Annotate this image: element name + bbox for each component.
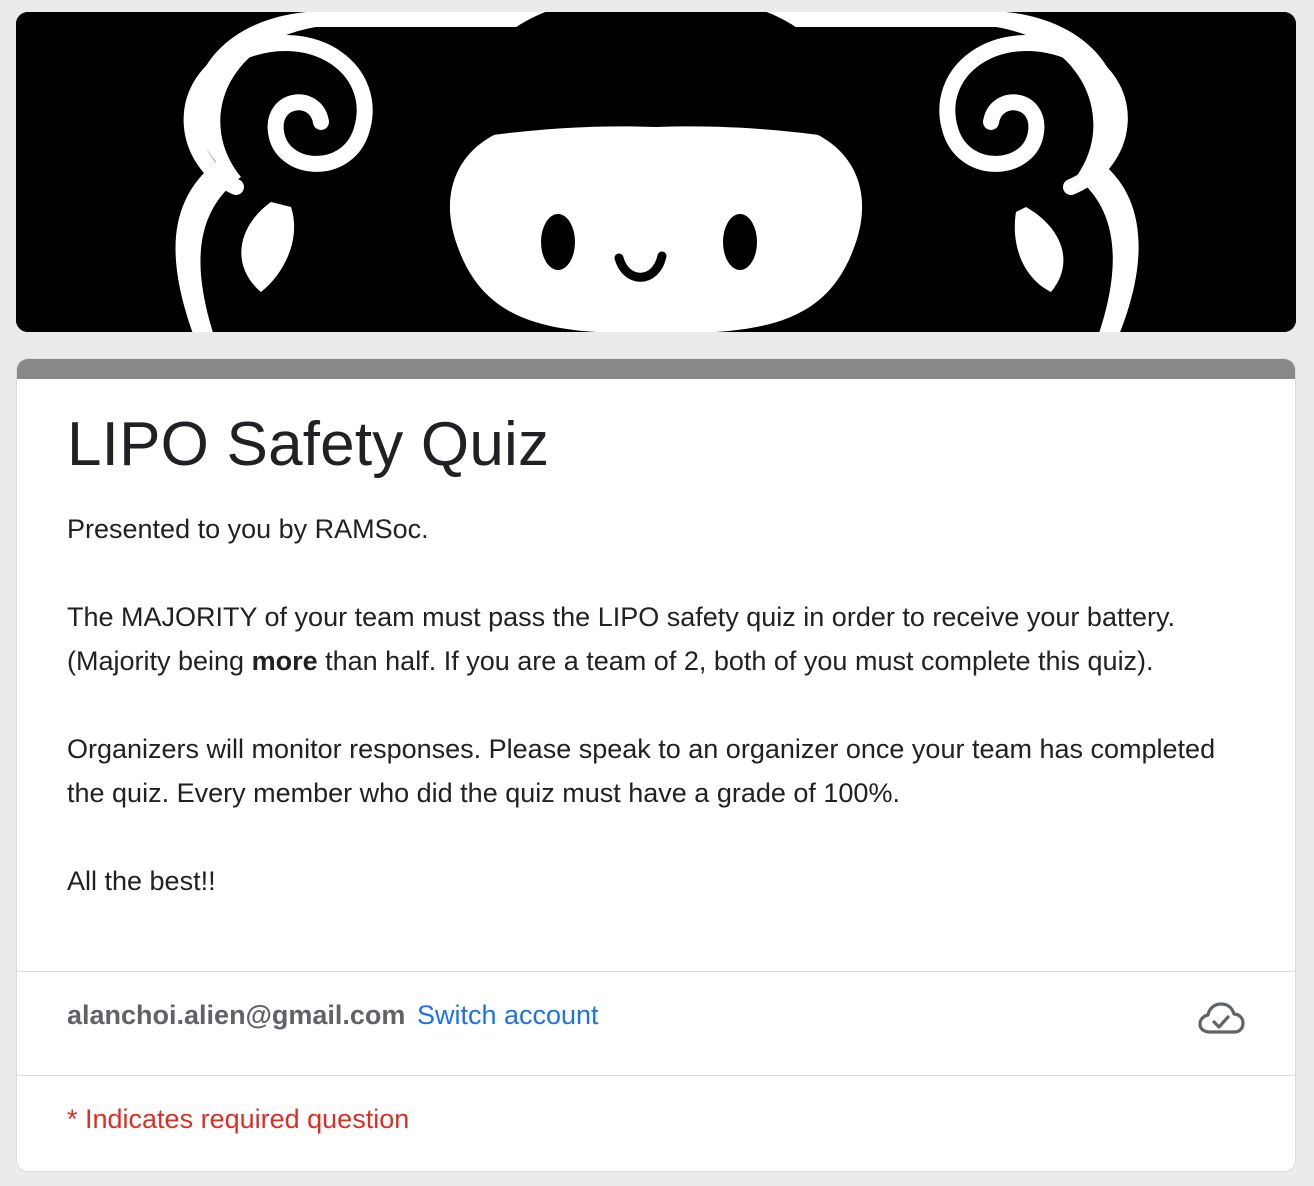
description-paragraph: Organizers will monitor responses. Pleas… <box>67 734 1216 808</box>
ram-mascot-icon <box>16 12 1296 332</box>
divider <box>17 1075 1295 1076</box>
switch-account-link[interactable]: Switch account <box>417 1000 599 1030</box>
description-paragraph: Presented to you by RAMSoc. <box>67 514 429 544</box>
account-row: alanchoi.alien@gmail.com Switch account <box>67 995 599 1035</box>
divider <box>17 971 1295 972</box>
description-paragraph: All the best!! <box>67 866 216 896</box>
required-question-note: * Indicates required question <box>67 1104 410 1134</box>
form-header-card: LIPO Safety Quiz Presented to you by RAM… <box>16 358 1296 1172</box>
form-description: Presented to you by RAMSoc. The MAJORITY… <box>67 507 1247 903</box>
cloud-check-icon <box>1198 1002 1245 1034</box>
form-title: LIPO Safety Quiz <box>67 410 550 479</box>
card-accent-strip <box>17 359 1295 379</box>
description-text: than half. If you are a team of 2, both … <box>317 646 1154 676</box>
account-email: alanchoi.alien@gmail.com <box>67 1000 406 1030</box>
header-banner <box>16 12 1296 332</box>
description-bold-text: more <box>251 646 318 676</box>
description-paragraph: The MAJORITY of your team must pass the … <box>67 595 1247 683</box>
